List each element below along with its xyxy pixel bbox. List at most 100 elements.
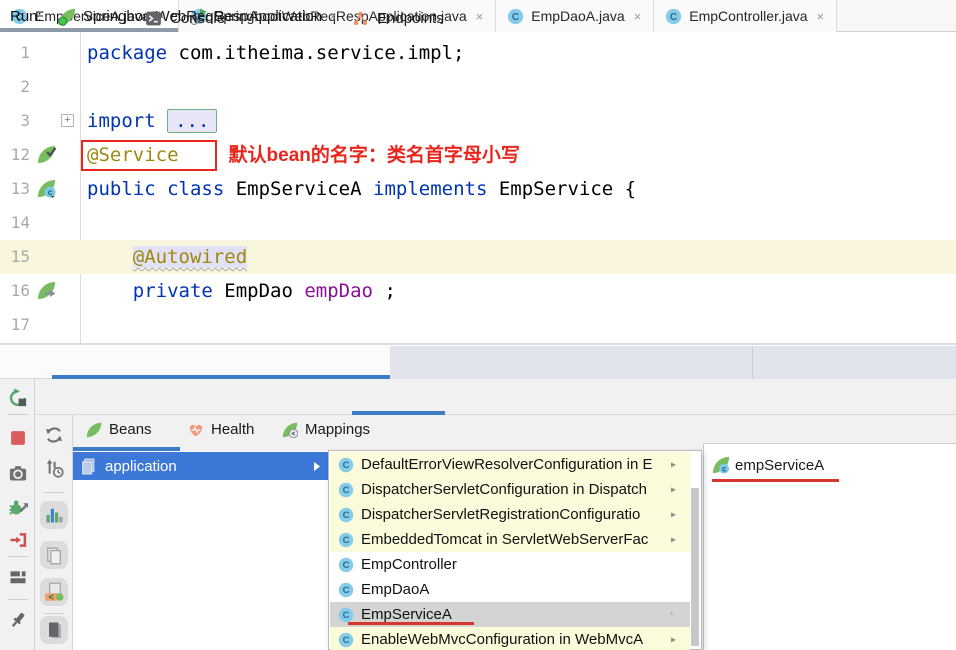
spring-bean-c-icon: c [712,456,730,474]
code-line-15[interactable]: 15 @Autowired [0,240,956,274]
close-icon[interactable]: × [476,9,484,24]
svg-text:C: C [343,585,350,596]
stop-icon[interactable] [8,428,28,448]
close-icon[interactable]: × [634,9,642,24]
spring-bean-check-icon[interactable] [37,145,56,164]
refresh-icon[interactable] [44,425,64,445]
camera-icon[interactable] [8,463,28,483]
svg-text:C: C [343,610,350,621]
fold-marker-icon[interactable]: + [61,114,74,127]
code-line-3[interactable]: 3 + import ... [0,104,956,138]
tab-console[interactable]: Console [145,0,225,36]
svg-text:C: C [343,635,350,646]
class-icon: C [338,507,354,523]
health-icon [188,422,204,438]
class-icon: C [507,8,524,25]
popup-item-defaulterrorviewresolverconfiguration[interactable]: C DefaultErrorViewResolverConfiguration i… [330,452,690,477]
code-line-17[interactable]: 17 [0,308,956,342]
code-token: import [87,110,156,132]
line-number: 2 [20,77,30,96]
tool-tab-label: Console [170,9,226,27]
class-icon: C [338,632,354,648]
code-line-1[interactable]: 1 package com.itheima.service.impl; [0,36,956,70]
toolbar-separator [8,599,28,600]
svg-text:C: C [670,11,677,22]
rerun-icon[interactable] [8,388,28,408]
tab-mappings[interactable]: Mappings [282,415,370,444]
code-token: implements [373,178,488,200]
class-icon: C [338,532,354,548]
code-line-2[interactable]: 2 [0,70,956,104]
code-token: private [132,280,213,302]
debug-icon[interactable] [8,498,28,518]
bean-detail-panel: c empServiceA [703,444,956,650]
popup-scrollbar[interactable] [691,488,699,646]
code-token: EmpService { [487,178,637,200]
red-underline-annotation [348,622,474,625]
toolbar-separator [8,556,28,557]
popup-item-empdaoa[interactable]: C EmpDaoA [330,577,690,602]
bar-chart-icon[interactable] [40,501,68,529]
code-token: public [87,178,156,200]
line-number: 12 [10,145,30,164]
run-bar-divider [752,346,753,379]
popup-item-empcontroller[interactable]: C EmpController [330,552,690,577]
layout-icon[interactable] [8,567,28,587]
close-icon[interactable]: × [817,9,825,24]
class-icon: C [338,557,354,573]
popup-item-dispatcherservletregistrationconfiguratio[interactable]: C DispatcherServletRegistrationConfigurat… [330,502,690,527]
bean-detail-item[interactable]: c empServiceA [712,456,824,474]
run-label: Run: [10,8,42,25]
code-text: package com.itheima.service.impl; [87,36,465,70]
line-number: 3 [20,111,30,130]
popup-item-enablewebmvcconfiguration[interactable]: C EnableWebMvcConfiguration in WebMvcA ▸ [330,627,690,650]
red-box-annotation: @Service [81,140,217,171]
code-token: com.itheima.service.impl; [167,42,465,64]
tree-item-application[interactable]: application [73,452,330,480]
line-number: 15 [10,247,30,266]
popup-item-label: DispatcherServletConfiguration in Dispat… [361,481,647,498]
close-icon[interactable]: × [329,9,337,24]
truncation-arrow-icon: ▸ [670,509,676,520]
spring-bean-autowired-icon[interactable] [37,281,56,300]
tab-health[interactable]: Health [188,415,254,444]
code-line-12[interactable]: 12 @Service 默认bean的名字：类名首字母小写 [0,138,956,172]
exit-icon[interactable] [8,530,28,550]
popup-item-label: EmpServiceA [361,606,452,623]
run-bar-right-area [390,346,956,379]
popup-item-label: DefaultErrorViewResolverConfiguration in… [361,456,653,473]
popup-item-embeddedtomcat[interactable]: C EmbeddedTomcat in ServletWebServerFac ▸ [330,527,690,552]
code-token: @Autowired [132,246,248,268]
stacked-documents-icon[interactable] [40,541,68,569]
tab-endpoints[interactable]: Endpoints [352,0,444,36]
popup-item-label: EmbeddedTomcat in ServletWebServerFac [361,531,649,548]
spring-leaf-icon [86,422,102,438]
popup-item-dispatcherservletconfiguration[interactable]: C DispatcherServletConfiguration in Dispa… [330,477,690,502]
code-line-13[interactable]: 13 c public class EmpServiceA implements E… [0,172,956,206]
class-icon: C [338,607,354,623]
sort-time-icon[interactable] [44,458,64,478]
beans-group-icon [80,458,97,475]
pin-icon[interactable] [8,610,28,630]
spring-boot-run-icon [58,8,76,26]
red-note-annotation: 默认bean的名字：类名首字母小写 [228,145,520,166]
endpoint-tab-label: Mappings [305,421,371,438]
code-text: public class EmpServiceA implements EmpS… [87,172,636,206]
svg-text:C: C [512,11,519,22]
document-icon[interactable] [40,616,68,644]
popup-item-label: EnableWebMvcConfiguration in WebMvcA [361,631,644,648]
svg-text:C: C [343,485,350,496]
editor-tab-empdaoa-java[interactable]: C EmpDaoA.java × [496,0,655,32]
spring-bean-class-icon[interactable]: c [37,179,56,198]
toolbar-separator [44,492,64,493]
code-line-14[interactable]: 14 [0,206,956,240]
editor-tab-empcontroller-java[interactable]: C EmpController.java × [654,0,838,32]
editor-tab-label: EmpDaoA.java [531,8,625,24]
class-icon: C [338,482,354,498]
code-line-16[interactable]: 16 private EmpDao empDao ; [0,274,956,308]
live-beans-icon[interactable]: < [40,578,68,606]
tab-beans[interactable]: Beans [86,415,152,444]
code-editor[interactable]: 1 package com.itheima.service.impl; 2 3 + imp… [0,32,956,345]
code-token: empDao [304,280,373,302]
